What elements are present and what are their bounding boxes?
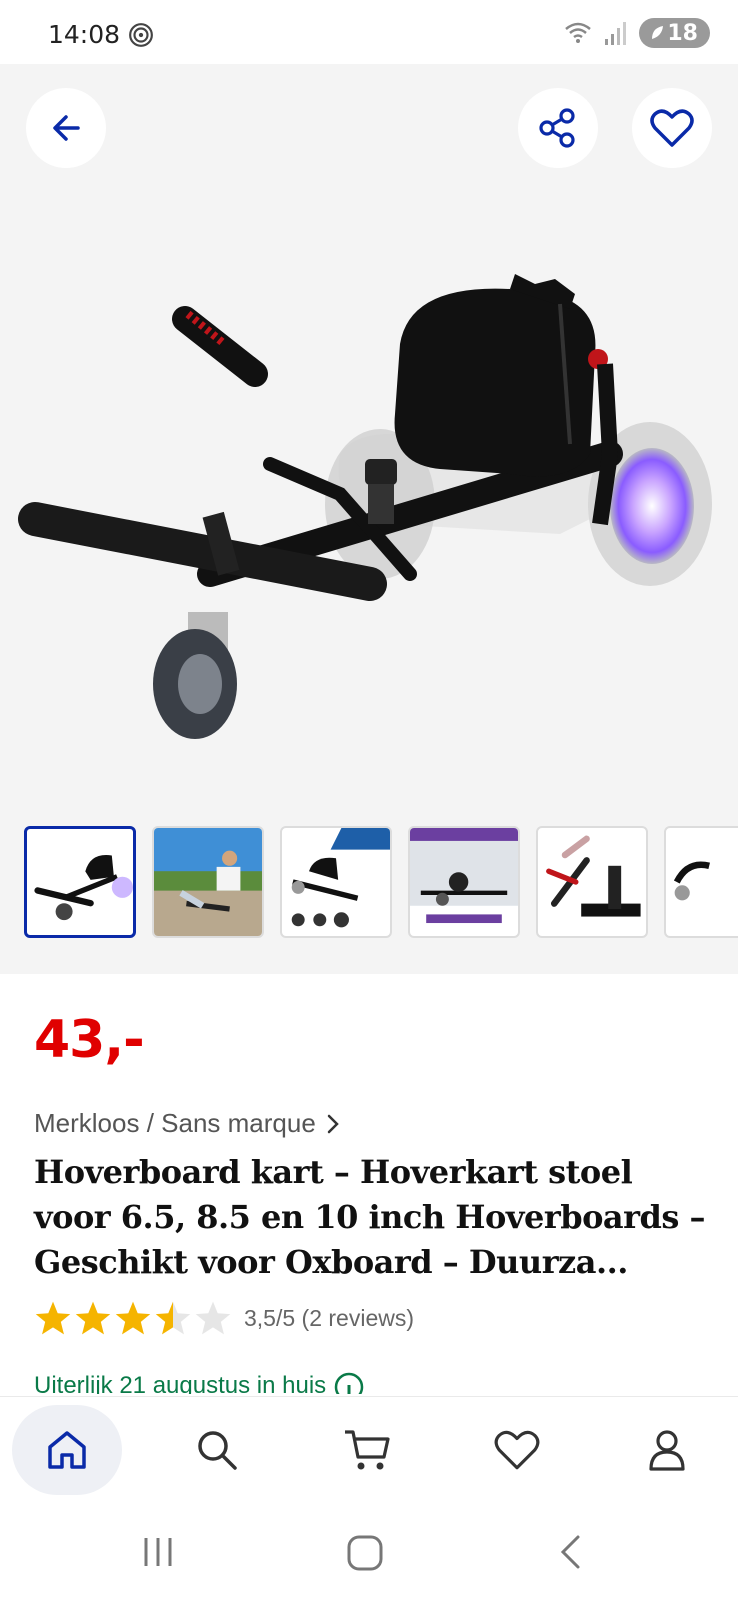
back-button[interactable] <box>26 88 106 168</box>
arrow-left-icon <box>53 115 80 141</box>
status-bar: 14:08 18 <box>0 0 738 64</box>
star-half-icon <box>155 1301 191 1335</box>
star-empty-icon <box>195 1301 231 1335</box>
nav-home[interactable] <box>12 1405 122 1495</box>
product-gallery[interactable] <box>0 64 738 974</box>
thumbnail[interactable] <box>536 826 648 938</box>
product-title[interactable]: Hoverboard kart – Hoverkart stoel voor 6… <box>34 1150 714 1285</box>
thumbnail-strip[interactable] <box>24 826 738 944</box>
thumbnail[interactable] <box>280 826 392 938</box>
delivery-text: Uiterlijk 21 augustus in huis <box>34 1372 327 1394</box>
thumbnail[interactable] <box>664 826 738 938</box>
battery-indicator: 18 <box>639 18 710 48</box>
star-full-icon <box>115 1301 151 1335</box>
user-icon <box>649 1430 685 1471</box>
thumbnail-image <box>673 861 710 901</box>
product-image[interactable] <box>10 214 730 774</box>
product-price: 43,- <box>34 1010 145 1070</box>
thumbnail-image <box>291 828 390 928</box>
wifi-icon <box>565 22 592 43</box>
battery-saver-icon <box>652 26 664 39</box>
thumbnail[interactable] <box>24 826 136 938</box>
thumbnail-image <box>34 855 133 921</box>
nav-account[interactable] <box>612 1405 722 1495</box>
thumbnail-image <box>546 835 641 917</box>
thumbnail-image <box>410 828 518 924</box>
cart-icon <box>345 1430 390 1470</box>
brand-name: Merkloos / Sans marque <box>34 1108 316 1138</box>
back-nav-icon[interactable] <box>556 1534 586 1570</box>
star-full-icon <box>35 1301 71 1335</box>
recent-apps-icon[interactable] <box>140 1534 176 1570</box>
brand-link[interactable]: Merkloos / Sans marque <box>34 1108 340 1139</box>
thumbnail-image <box>154 828 262 936</box>
favorite-button[interactable] <box>632 88 712 168</box>
system-navigation-bar <box>0 1506 738 1600</box>
share-icon <box>539 108 575 148</box>
chevron-right-icon <box>327 1114 339 1133</box>
search-icon <box>198 1431 237 1470</box>
battery-level: 18 <box>667 20 698 46</box>
thumbnail[interactable] <box>152 826 264 938</box>
nav-cart[interactable] <box>312 1405 422 1495</box>
info-icon <box>334 1372 364 1394</box>
rating-stars <box>34 1300 232 1336</box>
rating-text: 3,5/5 (2 reviews) <box>244 1304 415 1331</box>
nav-favorites[interactable] <box>462 1405 572 1495</box>
heart-icon <box>494 1430 540 1470</box>
thumbnail[interactable] <box>408 826 520 938</box>
home-icon <box>48 1431 86 1469</box>
nav-search[interactable] <box>162 1405 272 1495</box>
bottom-navigation <box>0 1396 738 1507</box>
home-button-icon[interactable] <box>346 1534 384 1572</box>
product-rating[interactable]: 3,5/5 (2 reviews) <box>34 1300 414 1336</box>
star-full-icon <box>75 1301 111 1335</box>
share-button[interactable] <box>518 88 598 168</box>
signal-icon <box>605 22 627 45</box>
heart-icon <box>650 109 694 147</box>
status-time: 14:08 <box>48 20 121 49</box>
delivery-info[interactable]: Uiterlijk 21 augustus in huis <box>34 1372 364 1394</box>
at-sign-icon <box>129 23 153 47</box>
